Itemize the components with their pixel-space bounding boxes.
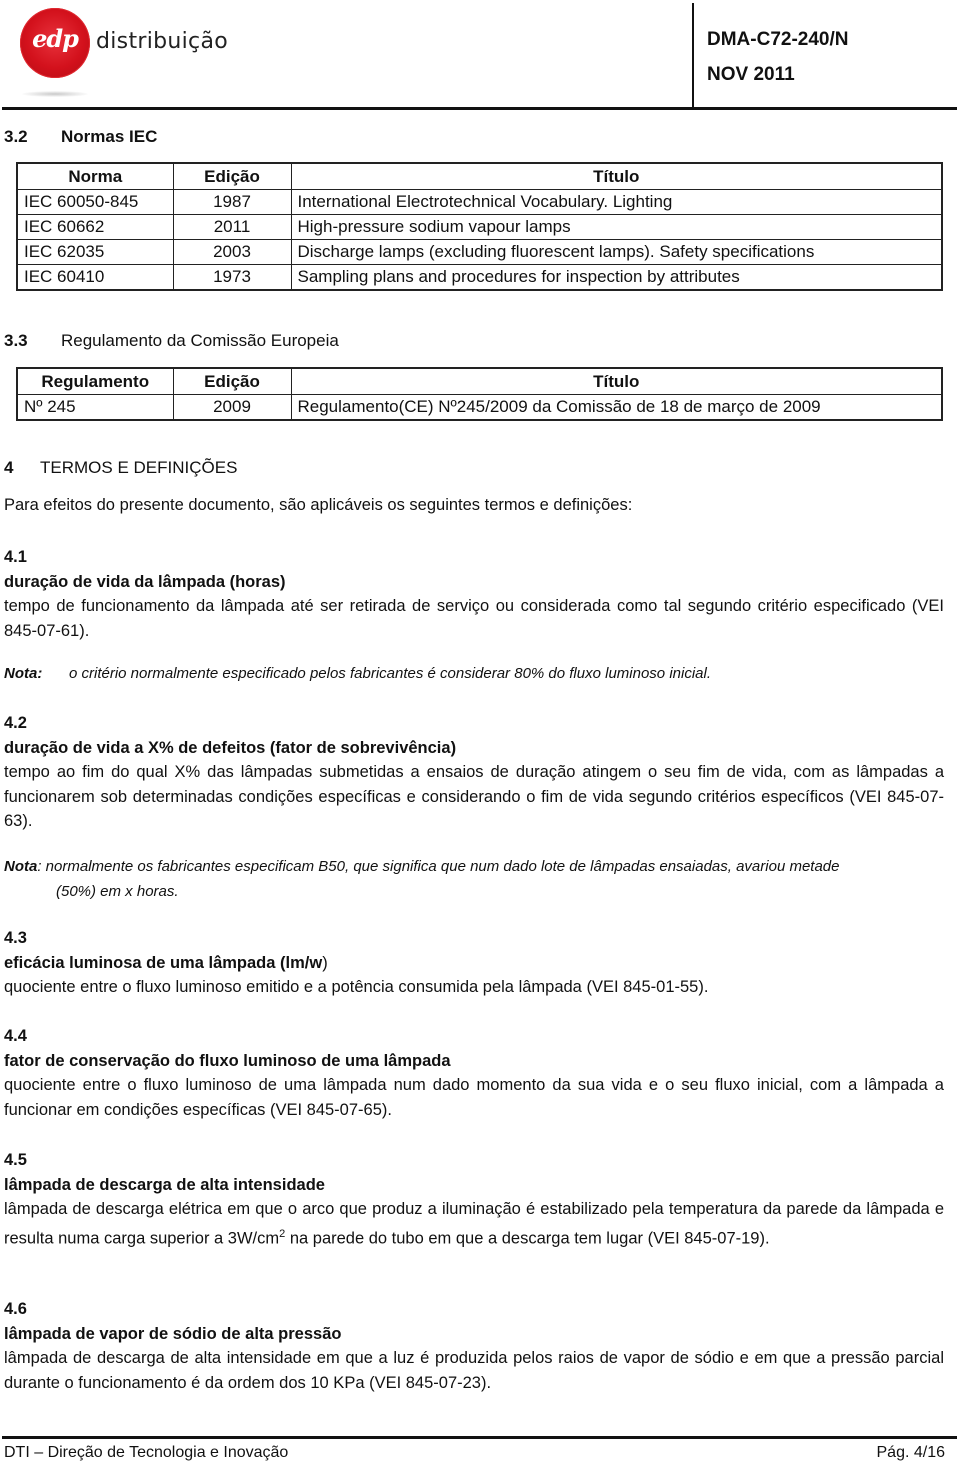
term-number: 4.3 [4, 929, 27, 947]
logo-text: edp [32, 24, 79, 53]
term-definition: lâmpada de descarga de alta intensidade … [4, 1349, 944, 1392]
cell-edicao: 2011 [172, 214, 292, 240]
eu-regulation-table: Regulamento Edição Título Nº 245 2009 Re… [16, 367, 943, 421]
term-title-suffix: ) [322, 953, 328, 972]
note-continuation: (50%) em x horas. [56, 882, 179, 900]
column-header: Regulamento [16, 367, 174, 395]
term-number: 4.1 [4, 548, 27, 566]
cell-norma: IEC 60662 [16, 214, 174, 240]
term-title: eficácia luminosa de uma lâmpada (lm/w [4, 953, 323, 972]
cell-titulo: Sampling plans and procedures for inspec… [290, 264, 943, 291]
cell-norma: IEC 60050-845 [16, 189, 174, 215]
table-row: Nº 245 2009 Regulamento(CE) Nº245/2009 d… [16, 394, 943, 421]
column-header: Norma [16, 162, 174, 190]
term-title: lâmpada de descarga de alta intensidade [4, 1175, 325, 1194]
cell-titulo: Discharge lamps (excluding fluorescent l… [290, 239, 943, 265]
cell-edicao: 2003 [172, 239, 292, 265]
term-definition: tempo ao fim do qual X% das lâmpadas sub… [4, 763, 944, 830]
header-divider [692, 3, 694, 109]
cell-edicao: 1987 [172, 189, 292, 215]
table-header-row: Norma Edição Título [16, 162, 943, 190]
section-number: 3.2 [4, 127, 28, 146]
section-heading-3-3: 3.3 Regulamento da Comissão Europeia [4, 331, 339, 351]
cell-norma: IEC 60410 [16, 264, 174, 291]
term-4-2: 4.2 duração de vida a X% de defeitos (fa… [4, 711, 944, 834]
footer-department: DTI – Direção de Tecnologia e Inovação [4, 1444, 289, 1461]
section-title: Normas IEC [61, 127, 158, 146]
note-text: o critério normalmente especificado pelo… [69, 665, 711, 682]
table-row: IEC 60662 2011 High-pressure sodium vapo… [16, 214, 943, 240]
column-header: Título [290, 162, 943, 190]
term-title: lâmpada de vapor de sódio de alta pressã… [4, 1324, 342, 1343]
term-number: 4.4 [4, 1027, 27, 1045]
page-number: Pág. 4/16 [876, 1444, 946, 1461]
footer-rule [2, 1436, 957, 1439]
section-intro: Para efeitos do presente documento, são … [4, 496, 633, 514]
table-row: IEC 60050-845 1987 International Electro… [16, 189, 943, 215]
section-heading-4: 4 TERMOS E DEFINIÇÕES [4, 458, 237, 478]
term-4-6: 4.6 lâmpada de vapor de sódio de alta pr… [4, 1297, 944, 1395]
term-definition: quociente entre o fluxo luminoso emitido… [4, 978, 709, 996]
header-rule [2, 107, 957, 110]
section-title: Regulamento da Comissão Europeia [61, 331, 339, 350]
term-4-5: 4.5 lâmpada de descarga de alta intensid… [4, 1148, 944, 1251]
cell-titulo: Regulamento(CE) Nº245/2009 da Comissão d… [290, 394, 943, 421]
note-label: Nota: [4, 665, 43, 682]
section-heading-3-2: 3.2 Normas IEC [4, 127, 157, 147]
term-definition: lâmpada de descarga elétrica em que o ar… [4, 1197, 944, 1251]
note-label: Nota [4, 858, 38, 875]
note-4-2: Nota: normalmente os fabricantes especif… [4, 855, 944, 904]
table-header-row: Regulamento Edição Título [16, 367, 943, 395]
column-header: Edição [172, 367, 292, 395]
cell-titulo: High-pressure sodium vapour lamps [290, 214, 943, 240]
term-title: duração de vida a X% de defeitos (fator … [4, 738, 457, 757]
term-number: 4.5 [4, 1151, 27, 1169]
term-4-1: 4.1 duração de vida da lâmpada (horas) t… [4, 545, 944, 643]
table-row: IEC 60410 1973 Sampling plans and proced… [16, 264, 943, 291]
document-code: DMA-C72-240/N [707, 29, 849, 50]
term-title: duração de vida da lâmpada (horas) [4, 572, 286, 591]
logo-shadow [22, 91, 88, 97]
column-header: Título [290, 367, 943, 395]
column-header: Edição [172, 162, 292, 190]
section-title: TERMOS E DEFINIÇÕES [40, 458, 238, 477]
cell-regulamento: Nº 245 [16, 394, 174, 421]
note-4-1: Nota: o critério normalmente especificado… [4, 662, 944, 687]
term-4-4: 4.4 fator de conservação do fluxo lumino… [4, 1024, 944, 1122]
definition-part: na parede do tubo em que a descarga tem … [285, 1229, 770, 1247]
cell-titulo: International Electrotechnical Vocabular… [290, 189, 943, 215]
section-number: 3.3 [4, 331, 28, 350]
section-number: 4 [4, 458, 14, 477]
term-4-3: 4.3 eficácia luminosa de uma lâmpada (lm… [4, 926, 944, 1000]
table-row: IEC 62035 2003 Discharge lamps (excludin… [16, 239, 943, 265]
brand-name: distribuição [96, 29, 228, 54]
term-number: 4.2 [4, 714, 27, 732]
note-text: : normalmente os fabricantes especificam… [37, 858, 840, 875]
cell-norma: IEC 62035 [16, 239, 174, 265]
term-definition: quociente entre o fluxo luminoso de uma … [4, 1076, 944, 1119]
iec-standards-table: Norma Edição Título IEC 60050-845 1987 I… [16, 162, 943, 291]
term-title: fator de conservação do fluxo luminoso d… [4, 1051, 451, 1070]
document-date: NOV 2011 [707, 64, 795, 85]
cell-edicao: 1973 [172, 264, 292, 291]
term-number: 4.6 [4, 1300, 27, 1318]
cell-edicao: 2009 [172, 394, 292, 421]
term-definition: tempo de funcionamento da lâmpada até se… [4, 597, 944, 640]
